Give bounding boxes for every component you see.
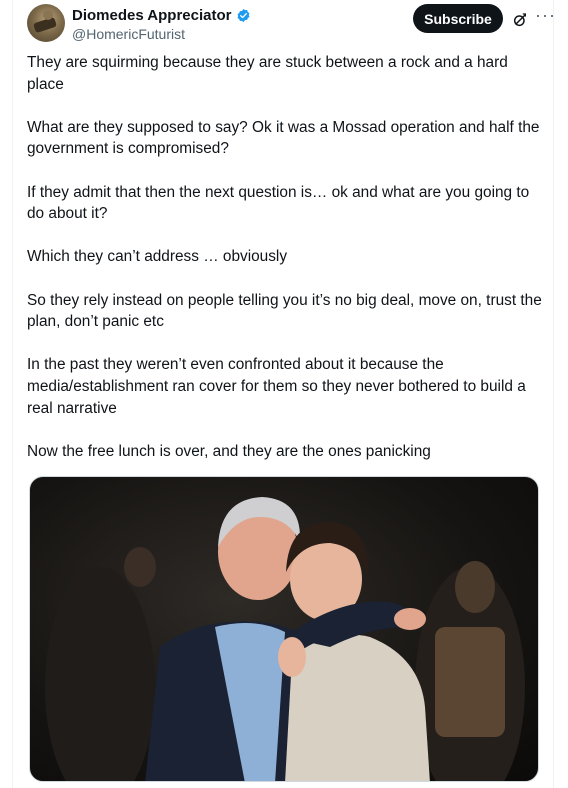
author-display-name[interactable]: Diomedes Appreciator	[72, 7, 232, 24]
more-options-icon[interactable]: ···	[535, 6, 555, 28]
tweet-text: They are squirming because they are stuc…	[27, 52, 542, 484]
tweet-paragraph: So they rely instead on people telling y…	[27, 291, 542, 331]
tweet-paragraph: If they admit that then the next questio…	[27, 183, 530, 223]
author-name-row[interactable]: Diomedes Appreciator	[72, 7, 251, 24]
photo-illustration	[45, 497, 525, 781]
verified-badge-icon	[237, 8, 249, 23]
author-handle[interactable]: @HomericFuturist	[72, 26, 185, 42]
grok-icon[interactable]	[512, 12, 528, 28]
tweet-media-photo[interactable]	[29, 476, 539, 782]
tweet-paragraph: Which they can’t address … obviously	[27, 248, 288, 266]
tweet-paragraph: In the past they weren’t even confronted…	[27, 356, 526, 417]
tweet-card: Diomedes Appreciator @HomericFuturist Su…	[12, 0, 555, 788]
tweet-header: Diomedes Appreciator @HomericFuturist Su…	[27, 4, 555, 44]
tweet-paragraph: What are they supposed to say? Ok it was…	[27, 118, 540, 158]
tweet-paragraph: They are squirming because they are stuc…	[27, 54, 508, 93]
tweet-paragraph: Now the free lunch is over, and they are…	[27, 442, 431, 460]
subscribe-button[interactable]: Subscribe	[413, 4, 503, 33]
avatar[interactable]	[27, 4, 65, 42]
